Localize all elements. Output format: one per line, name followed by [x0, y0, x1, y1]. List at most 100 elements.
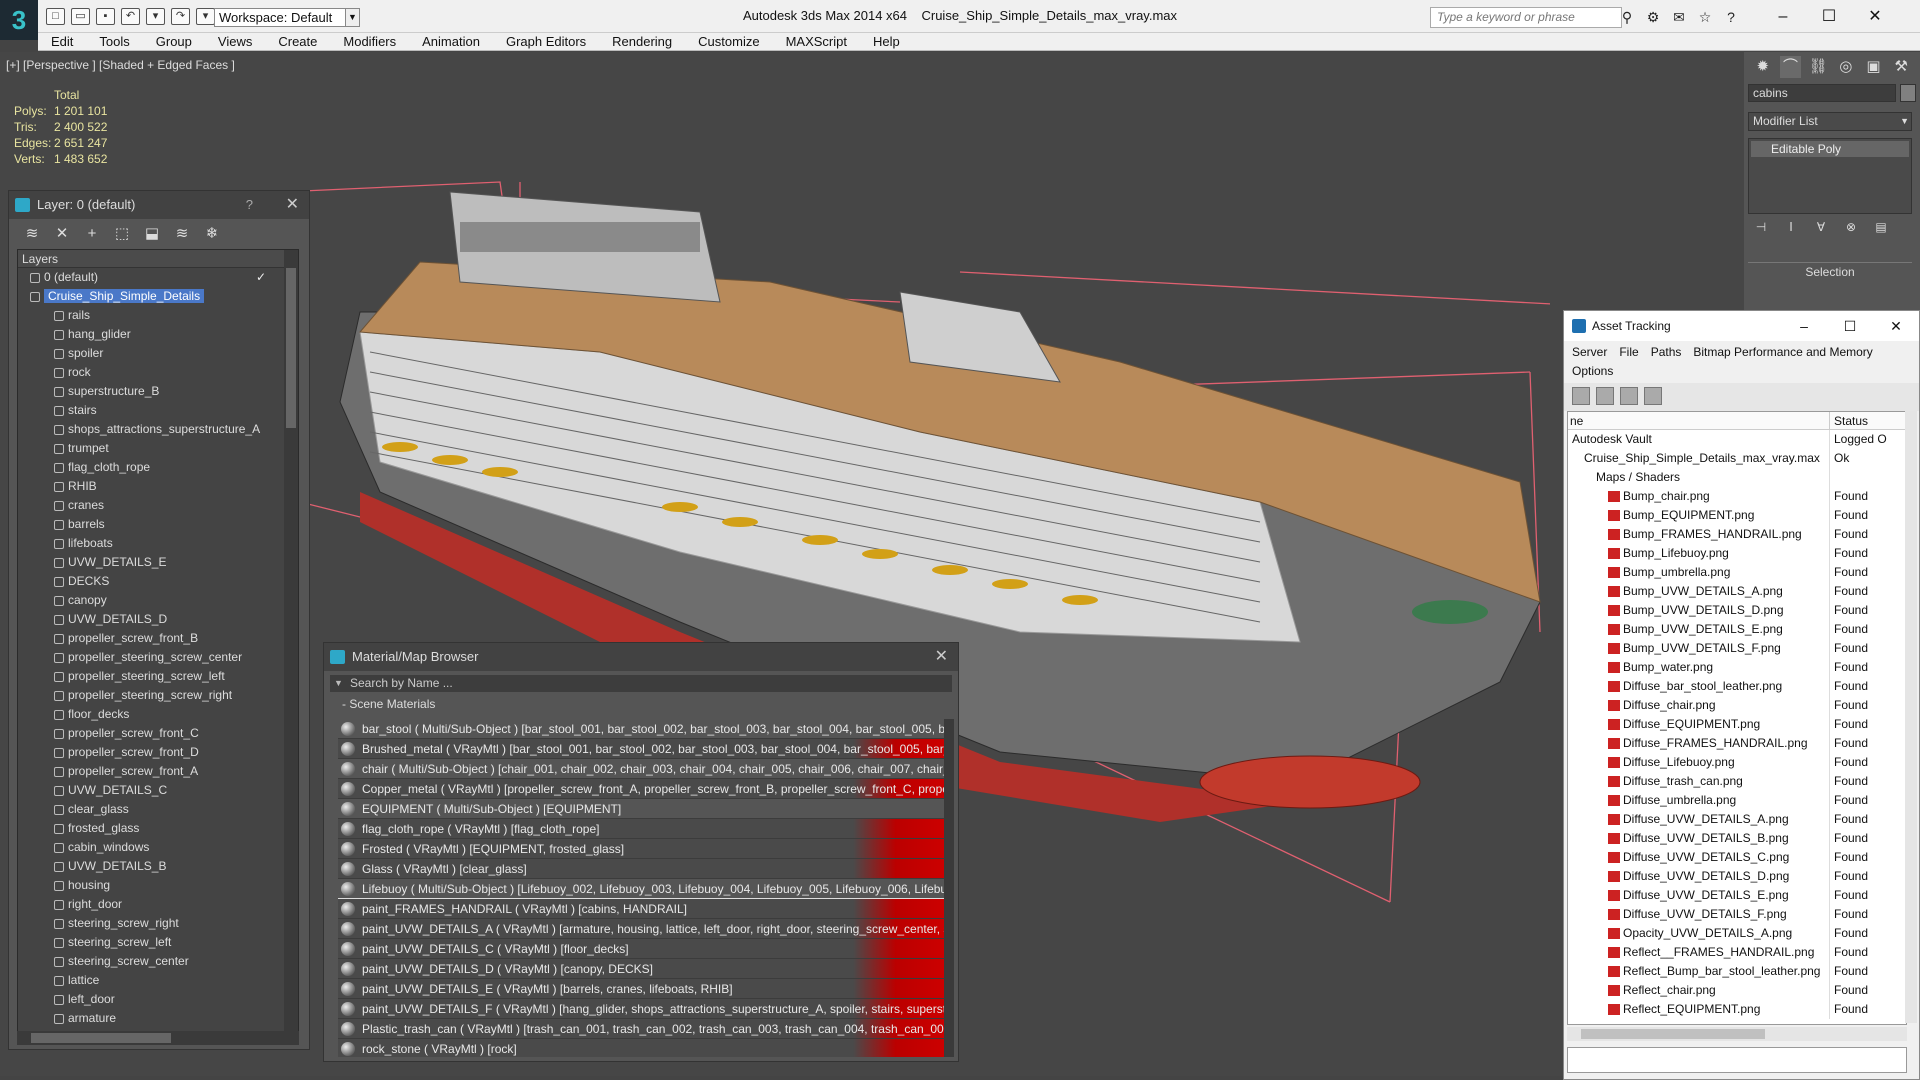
layer-object-row[interactable]: frosted_glass: [18, 819, 298, 838]
asset-row[interactable]: Bump_UVW_DETAILS_E.png Found: [1568, 620, 1906, 639]
scrollbar-thumb[interactable]: [1581, 1029, 1765, 1039]
menu-options[interactable]: Options: [1572, 362, 1613, 381]
layer-object-row[interactable]: steering_screw_right: [18, 914, 298, 933]
layer-object-row[interactable]: steering_screw_left: [18, 933, 298, 952]
check-icon[interactable]: ✓: [256, 268, 266, 287]
asset-row[interactable]: Diffuse_FRAMES_HANDRAIL.png Found: [1568, 734, 1906, 753]
layer-object-row[interactable]: propeller_screw_front_C: [18, 724, 298, 743]
asset-row[interactable]: Bump_UVW_DETAILS_F.png Found: [1568, 639, 1906, 658]
material-browser-titlebar[interactable]: Material/Map Browser ✕: [324, 643, 958, 671]
asset-row[interactable]: Bump_chair.png Found: [1568, 487, 1906, 506]
asset-row[interactable]: Bump_FRAMES_HANDRAIL.png Found: [1568, 525, 1906, 544]
material-row[interactable]: paint_UVW_DETAILS_D ( VRayMtl ) [canopy,…: [338, 959, 944, 979]
layer-object-row[interactable]: stairs: [18, 401, 298, 420]
menu-file[interactable]: File: [1619, 343, 1638, 362]
select-layer-icon[interactable]: ⬓: [143, 225, 161, 243]
material-row[interactable]: Glass ( VRayMtl ) [clear_glass]: [338, 859, 944, 879]
select-icon[interactable]: ⬚: [113, 225, 131, 243]
layer-object-row[interactable]: cabin_windows: [18, 838, 298, 857]
help-icon[interactable]: ?: [1722, 9, 1740, 25]
layer-object-row[interactable]: propeller_screw_front_D: [18, 743, 298, 762]
save-icon[interactable]: ▪: [96, 8, 115, 25]
delete-icon[interactable]: ✕: [53, 225, 71, 243]
scene-materials-header[interactable]: - Scene Materials: [330, 696, 952, 713]
asset-row[interactable]: Diffuse_UVW_DETAILS_B.png Found: [1568, 829, 1906, 848]
menu-create[interactable]: Create: [265, 33, 330, 50]
vertical-scrollbar[interactable]: [944, 719, 954, 1057]
grid-view-icon[interactable]: [1644, 387, 1662, 405]
asset-path-field[interactable]: [1567, 1047, 1907, 1073]
scrollbar-thumb[interactable]: [286, 268, 296, 428]
minimize-icon[interactable]: –: [1781, 311, 1827, 341]
layer-object-row[interactable]: propeller_steering_screw_right: [18, 686, 298, 705]
viewport-label[interactable]: [+] [Perspective ] [Shaded + Edged Faces…: [6, 58, 235, 72]
layer-object-row[interactable]: housing: [18, 876, 298, 895]
workspace-select[interactable]: Workspace: Default: [214, 8, 360, 27]
utilities-tab-icon[interactable]: ⚒: [1890, 56, 1912, 78]
asset-row[interactable]: Diffuse_UVW_DETAILS_C.png Found: [1568, 848, 1906, 867]
minimize-icon[interactable]: –: [1760, 4, 1806, 29]
layer-object-row[interactable]: steering_screw_center: [18, 952, 298, 971]
asset-row[interactable]: Bump_water.png Found: [1568, 658, 1906, 677]
app-logo-icon[interactable]: 3: [0, 0, 38, 40]
material-row[interactable]: bar_stool ( Multi/Sub-Object ) [bar_stoo…: [338, 719, 944, 739]
modify-tab-icon[interactable]: ⌒: [1779, 56, 1802, 78]
layer-icon[interactable]: ≋: [23, 225, 41, 243]
layer-object-row[interactable]: UVW_DETAILS_B: [18, 857, 298, 876]
layer-object-row[interactable]: shops_attractions_superstructure_A: [18, 420, 298, 439]
col-status-header[interactable]: Status: [1830, 412, 1868, 429]
layer-object-row[interactable]: right_door: [18, 895, 298, 914]
layer-object-row[interactable]: rails: [18, 306, 298, 325]
menu-maxscript[interactable]: MAXScript: [773, 33, 860, 50]
remove-modifier-icon[interactable]: ⊗: [1842, 220, 1860, 236]
asset-row[interactable]: Autodesk Vault Logged O: [1568, 430, 1906, 449]
display-tab-icon[interactable]: ▣: [1863, 56, 1885, 78]
menu-animation[interactable]: Animation: [409, 33, 493, 50]
menu-graph-editors[interactable]: Graph Editors: [493, 33, 599, 50]
layer-object-row[interactable]: flag_cloth_rope: [18, 458, 298, 477]
menu-edit[interactable]: Edit: [38, 33, 86, 50]
asset-row[interactable]: Diffuse_bar_stool_leather.png Found: [1568, 677, 1906, 696]
selection-rollout-header[interactable]: Selection: [1748, 262, 1912, 280]
asset-tracking-titlebar[interactable]: Asset Tracking – ☐ ✕: [1564, 311, 1919, 341]
layer-object-row[interactable]: cranes: [18, 496, 298, 515]
asset-row[interactable]: Diffuse_chair.png Found: [1568, 696, 1906, 715]
col-name-header[interactable]: ne: [1568, 412, 1830, 429]
asset-row[interactable]: Bump_EQUIPMENT.png Found: [1568, 506, 1906, 525]
asset-row[interactable]: Bump_Lifebuoy.png Found: [1568, 544, 1906, 563]
layer-object-row[interactable]: UVW_DETAILS_C: [18, 781, 298, 800]
layer-object-row[interactable]: rock: [18, 363, 298, 382]
freeze-all-icon[interactable]: ❄: [203, 225, 221, 243]
close-icon[interactable]: ✕: [935, 643, 948, 671]
asset-row[interactable]: Opacity_UVW_DETAILS_A.png Found: [1568, 924, 1906, 943]
vertical-scrollbar[interactable]: [1905, 411, 1917, 1023]
layer-object-row[interactable]: lattice: [18, 971, 298, 990]
new-file-icon[interactable]: □: [46, 8, 65, 25]
undo-icon[interactable]: ↶: [121, 8, 140, 25]
layer-object-row[interactable]: floor_decks: [18, 705, 298, 724]
show-end-result-icon[interactable]: Ⅰ: [1782, 220, 1800, 236]
scrollbar-thumb[interactable]: [31, 1033, 171, 1043]
asset-row[interactable]: Diffuse_Lifebuoy.png Found: [1568, 753, 1906, 772]
material-row[interactable]: Frosted ( VRayMtl ) [EQUIPMENT, frosted_…: [338, 839, 944, 859]
hierarchy-tab-icon[interactable]: ⛓: [1807, 56, 1829, 78]
menu-rendering[interactable]: Rendering: [599, 33, 685, 50]
asset-row[interactable]: Diffuse_UVW_DETAILS_E.png Found: [1568, 886, 1906, 905]
layer-object-row[interactable]: clear_glass: [18, 800, 298, 819]
layer-object-row[interactable]: superstructure_B: [18, 382, 298, 401]
layer-object-row[interactable]: lifeboats: [18, 534, 298, 553]
binoculars-icon[interactable]: ⚲: [1618, 9, 1636, 25]
infocenter-search-input[interactable]: Type a keyword or phrase: [1430, 7, 1622, 28]
layer-row-default[interactable]: 0 (default) ✓: [18, 268, 298, 287]
menu-bitmap-performance[interactable]: Bitmap Performance and Memory: [1693, 343, 1872, 362]
material-row[interactable]: paint_UVW_DETAILS_C ( VRayMtl ) [floor_d…: [338, 939, 944, 959]
material-row[interactable]: Copper_metal ( VRayMtl ) [propeller_scre…: [338, 779, 944, 799]
material-row[interactable]: paint_UVW_DETAILS_F ( VRayMtl ) [hang_gl…: [338, 999, 944, 1019]
material-row[interactable]: flag_cloth_rope ( VRayMtl ) [flag_cloth_…: [338, 819, 944, 839]
horizontal-scrollbar[interactable]: [17, 1031, 299, 1045]
asset-row[interactable]: Diffuse_EQUIPMENT.png Found: [1568, 715, 1906, 734]
menu-server[interactable]: Server: [1572, 343, 1607, 362]
menu-paths[interactable]: Paths: [1651, 343, 1682, 362]
close-icon[interactable]: ✕: [1852, 4, 1898, 29]
open-file-icon[interactable]: ▭: [71, 8, 90, 25]
